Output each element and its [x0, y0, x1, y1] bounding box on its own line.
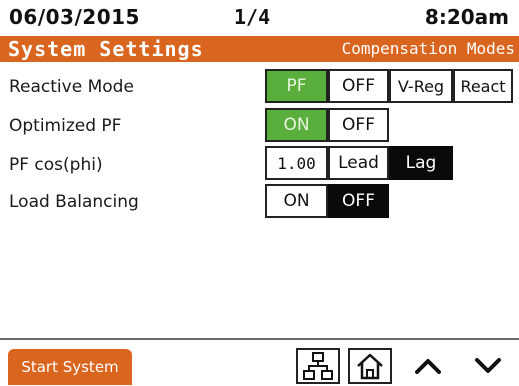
optimized-pf-label: Optimized PF [9, 116, 122, 136]
load-balancing-off-button[interactable]: OFF [328, 184, 389, 218]
optimized-pf-off-button[interactable]: OFF [328, 108, 389, 142]
network-button[interactable] [296, 348, 340, 384]
pf-lag-button[interactable]: Lag [389, 146, 453, 180]
reactive-mode-react-button[interactable]: React [453, 69, 513, 103]
pf-cos-phi-value-field[interactable]: 1.00 [265, 146, 328, 180]
status-date: 06/03/2015 [9, 5, 140, 29]
page-indicator: 1/4 [234, 5, 271, 29]
network-icon [303, 352, 333, 380]
scroll-up-button[interactable] [408, 348, 448, 384]
reactive-mode-pf-button[interactable]: PF [265, 69, 328, 103]
section-title: Compensation Modes [341, 39, 515, 58]
load-balancing-on-button[interactable]: ON [265, 184, 328, 218]
scroll-down-button[interactable] [468, 348, 508, 384]
status-time: 8:20am [424, 5, 509, 29]
load-balancing-label: Load Balancing [9, 192, 139, 212]
home-button[interactable] [348, 348, 392, 384]
reactive-mode-vreg-button[interactable]: V-Reg [389, 69, 453, 103]
reactive-mode-off-button[interactable]: OFF [328, 69, 389, 103]
page-title: System Settings [8, 37, 204, 61]
pf-cos-phi-label: PF cos(phi) [9, 155, 103, 175]
chevron-down-icon [475, 358, 501, 373]
optimized-pf-on-button[interactable]: ON [265, 108, 328, 142]
title-bar: System Settings Compensation Modes [0, 36, 519, 62]
start-system-button[interactable]: Start System [8, 349, 132, 385]
home-icon [357, 353, 383, 380]
chevron-up-icon [415, 359, 441, 374]
footer-divider [0, 338, 519, 340]
pf-lead-button[interactable]: Lead [328, 146, 389, 180]
status-bar: 06/03/2015 1/4 8:20am [0, 0, 519, 36]
reactive-mode-label: Reactive Mode [9, 77, 134, 97]
